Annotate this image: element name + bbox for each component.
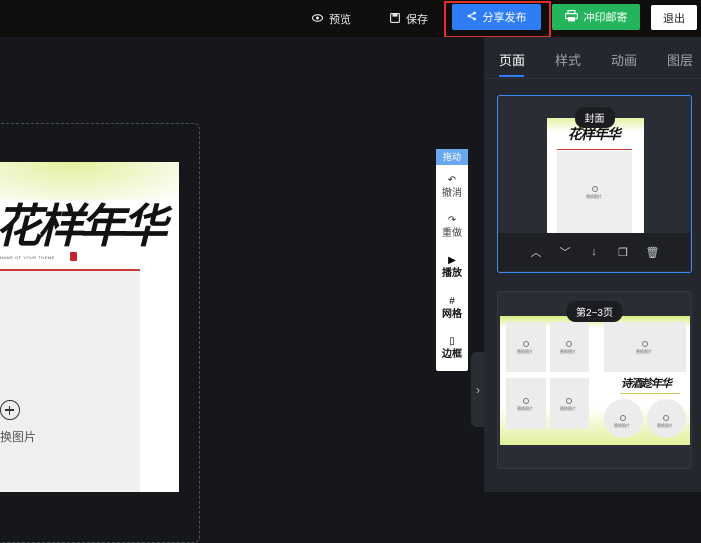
spread-replace-image-label: 替换图片 <box>614 423 630 428</box>
spread-replace-image-label: 替换图片 <box>636 349 652 354</box>
move-up-icon[interactable]: ︿ <box>530 244 543 260</box>
spread-replace-image-label: 替换图片 <box>517 349 533 354</box>
copy-icon[interactable]: ❐ <box>617 246 630 259</box>
undo-label: 撤消 <box>442 188 462 199</box>
spread-green-stripe <box>620 393 680 394</box>
page-badge-spread: 第2~3页 <box>566 301 623 322</box>
phone-frame-icon: ▯ <box>449 336 455 347</box>
cover-thumbnail-image: 花样年华 替换图片 <box>547 118 644 233</box>
spread-add-image-icon <box>566 341 572 347</box>
play-icon: ▶ <box>448 255 456 266</box>
photo-placeholder[interactable] <box>0 271 140 492</box>
panel-tabs: 页面 样式 动画 图层 <box>484 37 701 79</box>
play-button[interactable]: ▶ 播放 <box>436 254 468 280</box>
spread-photo-slot <box>550 322 589 372</box>
active-tab-indicator <box>499 75 524 77</box>
redo-label: 重做 <box>442 228 462 239</box>
tab-animation[interactable]: 动画 <box>611 50 637 69</box>
tab-styles[interactable]: 样式 <box>555 50 581 69</box>
collapse-panel-button[interactable]: › <box>471 352 485 427</box>
drag-handle[interactable]: 拖动 <box>436 149 468 165</box>
save-label: 保存 <box>406 14 428 26</box>
move-down-icon[interactable]: ﹀ <box>559 244 572 260</box>
spread-add-image-icon <box>523 398 529 404</box>
spread-add-image-icon <box>566 398 572 404</box>
print-mail-button[interactable]: 冲印邮寄 <box>552 4 640 30</box>
editor-workspace: 花样年华 NAME OF YOUR THEME 换图片 <box>0 37 484 543</box>
cover-page-canvas[interactable]: 花样年华 NAME OF YOUR THEME 换图片 <box>0 162 179 492</box>
red-seal-stamp <box>70 252 77 261</box>
page-thumbnail-cover[interactable]: 花样年华 替换图片 封面 ︿ ﹀ ↓ ❐ 🗑 <box>497 95 692 273</box>
top-toolbar: 预览 保存 分享发布 冲印邮寄 退出 <box>0 0 701 38</box>
save-button[interactable]: 保存 <box>390 11 428 27</box>
spread-photo-slot <box>506 322 546 372</box>
grid-icon: # <box>449 296 455 307</box>
redo-icon: ↷ <box>447 215 457 226</box>
page-card-actions: ︿ ﹀ ↓ ❐ 🗑 <box>498 233 690 271</box>
tab-layers[interactable]: 图层 <box>667 50 693 69</box>
spread-add-image-icon <box>642 341 648 347</box>
undo-button[interactable]: ↶ 撤消 <box>436 174 468 200</box>
play-label: 播放 <box>442 268 462 279</box>
eye-icon <box>311 13 324 25</box>
spread-add-image-icon <box>523 341 529 347</box>
spread-calligraphy-title: 诗酒趁年华 <box>620 377 674 390</box>
spread-add-image-icon <box>620 415 626 421</box>
thumb-photo-placeholder <box>557 151 632 233</box>
replace-image-label[interactable]: 换图片 <box>0 428 36 445</box>
spread-replace-image-label: 替换图片 <box>657 423 673 428</box>
page-thumbnail-spread[interactable]: 诗酒趁年华 替换图片 替换图片 替换图片 替换图片 替换图片 替换图片 替换图片… <box>497 291 692 469</box>
download-icon[interactable]: ↓ <box>588 246 601 258</box>
redo-button[interactable]: ↷ 重做 <box>436 214 468 240</box>
add-image-icon[interactable] <box>0 400 20 420</box>
spread-replace-image-label: 替换图片 <box>517 406 533 411</box>
spread-add-image-icon <box>663 415 669 421</box>
spread-replace-image-label: 替换图片 <box>560 349 576 354</box>
thumb-red-rule <box>557 149 632 150</box>
printer-icon <box>564 9 578 25</box>
preview-button[interactable]: 预览 <box>311 11 351 27</box>
undo-icon: ↶ <box>447 175 457 186</box>
floppy-disk-icon <box>390 12 400 26</box>
tabs-divider <box>484 78 701 79</box>
cover-subtitle: NAME OF YOUR THEME <box>0 255 55 260</box>
exit-button[interactable]: 退出 <box>651 5 697 30</box>
exit-label: 退出 <box>663 12 685 25</box>
spread-photo-slot <box>604 322 686 372</box>
grid-label: 网格 <box>442 309 462 320</box>
preview-label: 预览 <box>329 14 351 26</box>
spread-replace-image-label: 替换图片 <box>560 406 576 411</box>
frame-label: 边框 <box>442 349 462 360</box>
cover-calligraphy-title[interactable]: 花样年华 <box>0 190 176 256</box>
share-icon <box>467 11 477 24</box>
frame-toggle-button[interactable]: ▯ 边框 <box>436 335 468 361</box>
floating-tool-panel: 拖动 ↶ 撤消 ↷ 重做 ▶ 播放 # 网格 ▯ 边框 <box>436 149 468 371</box>
spread-thumbnail-image: 诗酒趁年华 替换图片 替换图片 替换图片 替换图片 替换图片 替换图片 替换图片 <box>500 316 690 445</box>
tab-pages[interactable]: 页面 <box>499 50 525 69</box>
page-badge-cover: 封面 <box>574 107 615 128</box>
chevron-right-icon: › <box>476 382 480 397</box>
grid-toggle-button[interactable]: # 网格 <box>436 295 468 321</box>
right-panel: 页面 样式 动画 图层 花样年华 替换图片 封面 ︿ ﹀ ↓ ❐ 🗑 诗酒趁年华… <box>484 37 701 492</box>
thumb-add-image-icon <box>592 186 598 192</box>
share-publish-button[interactable]: 分享发布 <box>452 4 541 30</box>
thumb-replace-image-label: 替换图片 <box>586 194 602 199</box>
share-publish-label: 分享发布 <box>482 12 527 24</box>
delete-icon[interactable]: 🗑 <box>646 246 660 259</box>
print-mail-label: 冲印邮寄 <box>583 12 628 24</box>
